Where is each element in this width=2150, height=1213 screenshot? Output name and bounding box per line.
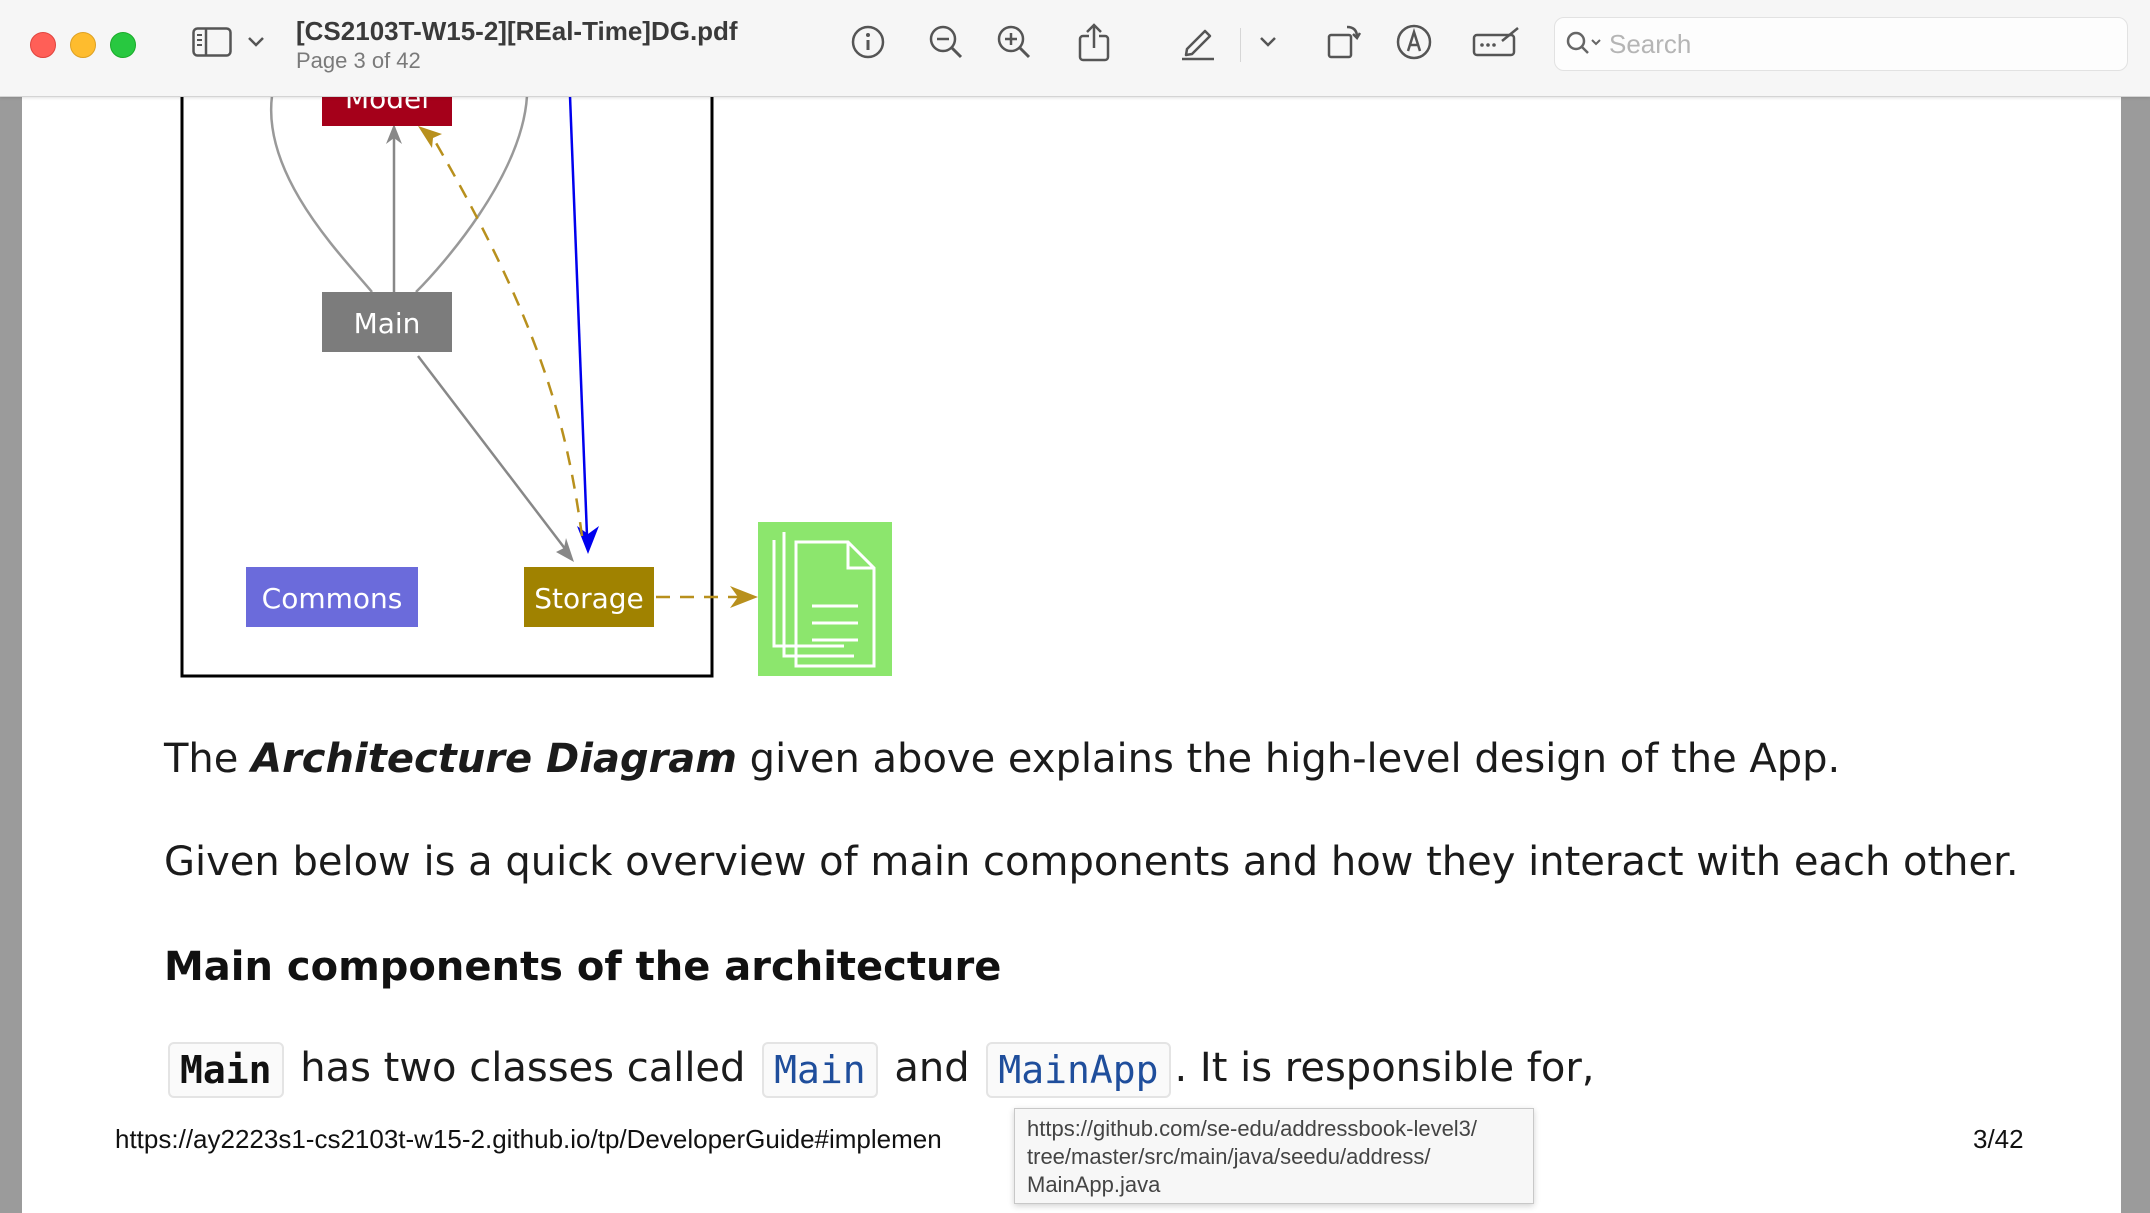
highlight-menu-button[interactable] [1256,22,1280,66]
footer-url: https://ay2223s1-cs2103t-w15-2.github.io… [115,1124,942,1154]
zoom-out-button[interactable] [924,22,968,66]
search-field[interactable] [1554,17,2128,71]
para1-pre: The [164,736,252,782]
zoom-window-button[interactable] [110,32,136,58]
link-main-class[interactable]: Main [762,1042,878,1098]
sidebar-menu-button[interactable] [244,22,268,66]
para1-post: given above explains the high-level desi… [736,736,1841,782]
commons-node: Commons [246,567,418,627]
search-icon [1565,30,1605,63]
toolbar: [CS2103T-W15-2][REal-Time]DG.pdf Page 3 … [0,0,2150,97]
info-button[interactable] [846,22,890,66]
tooltip-line: MainApp.java [1027,1172,1161,1197]
text-segment: has two classes called [287,1045,759,1091]
page-indicator: Page 3 of 42 [296,48,421,73]
paragraph-architecture: The Architecture Diagram given above exp… [164,736,1840,782]
tooltip-line: tree/master/src/main/java/seedu/address/ [1027,1144,1431,1169]
info-icon [850,24,886,65]
toolbar-divider [1240,28,1241,62]
chevron-down-icon [247,35,265,53]
paragraph-main-components: Main has two classes called Main and Mai… [164,1042,1595,1098]
text-segment: . It is responsible for, [1174,1045,1595,1091]
code-main-component: Main [168,1042,284,1098]
signature-button[interactable] [1470,22,1524,66]
file-icon [758,522,892,676]
zoom-in-button[interactable] [992,22,1036,66]
zoom-out-icon [928,24,964,65]
paragraph-overview: Given below is a quick overview of main … [164,839,2019,885]
zoom-in-icon [996,24,1032,65]
close-window-button[interactable] [30,32,56,58]
commons-label: Commons [262,582,403,615]
footer-page-number: 3/42 [1973,1124,2024,1154]
sidebar-icon [192,26,232,62]
markup-icon [1395,23,1433,66]
highlight-pen-icon [1179,23,1217,66]
sidebar-toggle-button[interactable] [188,22,236,66]
para1-emphasis: Architecture Diagram [251,736,737,782]
main-label: Main [354,307,421,340]
main-node: Main [322,292,452,352]
document-title: [CS2103T-W15-2][REal-Time]DG.pdf [296,16,738,46]
share-button[interactable] [1072,22,1116,66]
highlight-button[interactable] [1176,22,1220,66]
pdf-page: Model Main Commons Storage The Architect… [22,96,2121,1213]
signature-icon [1472,25,1522,64]
search-input[interactable] [1607,26,2111,62]
architecture-diagram: Model Main Commons Storage [180,96,892,678]
storage-node: Storage [524,567,654,627]
link-mainapp-class[interactable]: MainApp [986,1042,1171,1098]
link-tooltip: https://github.com/se-edu/addressbook-le… [1014,1108,1534,1204]
tooltip-line: https://github.com/se-edu/addressbook-le… [1027,1116,1478,1141]
section-heading: Main components of the architecture [164,944,1002,990]
rotate-button[interactable] [1322,22,1366,66]
model-label: Model [345,96,429,115]
text-segment: and [881,1045,983,1091]
chevron-down-icon [1259,35,1277,53]
model-node: Model [322,96,452,126]
minimize-window-button[interactable] [70,32,96,58]
share-icon [1077,22,1111,67]
markup-button[interactable] [1392,22,1436,66]
storage-label: Storage [534,582,644,615]
rotate-icon [1325,23,1363,66]
